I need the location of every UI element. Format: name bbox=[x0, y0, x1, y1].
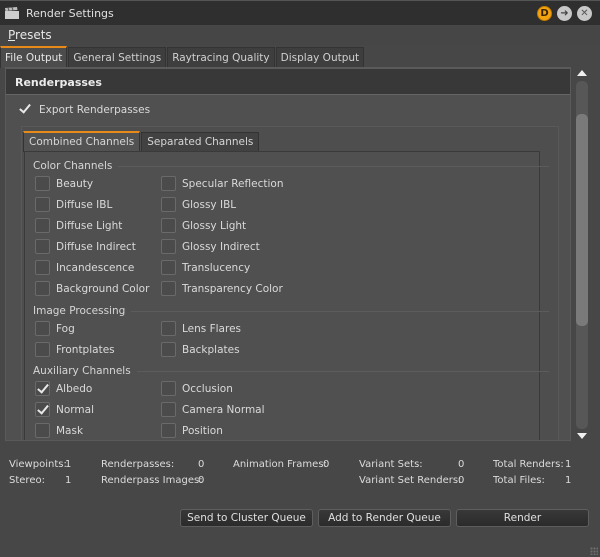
diffuse-light-checkbox[interactable] bbox=[35, 218, 50, 233]
scroll-up-arrow-icon[interactable] bbox=[577, 70, 587, 76]
total-files-value: 1 bbox=[565, 475, 572, 486]
renderpasses-value: 0 bbox=[198, 459, 205, 470]
glossy-indirect-label[interactable]: Glossy Indirect bbox=[182, 241, 260, 253]
channels-panel: Color Channels Beauty Specular Reflection D… bbox=[24, 151, 549, 440]
fog-label[interactable]: Fog bbox=[56, 323, 75, 335]
incandescence-checkbox[interactable] bbox=[35, 260, 50, 275]
title-bar: Render Settings D ➜ ✕ bbox=[0, 0, 600, 25]
incandescence-label[interactable]: Incandescence bbox=[56, 262, 134, 274]
renderpasses-header[interactable]: Renderpasses bbox=[6, 68, 570, 95]
beauty-label[interactable]: Beauty bbox=[56, 178, 93, 190]
menu-presets-rest: resets bbox=[15, 28, 52, 42]
tab-raytracing-quality[interactable]: Raytracing Quality bbox=[167, 47, 275, 68]
group-title-image-processing: Image Processing bbox=[33, 305, 132, 317]
window-title: Render Settings bbox=[26, 7, 114, 20]
diffuse-ibl-label[interactable]: Diffuse IBL bbox=[56, 199, 112, 211]
tab-separated-channels[interactable]: Separated Channels bbox=[141, 132, 260, 152]
backplates-label[interactable]: Backplates bbox=[182, 344, 240, 356]
diffuse-ibl-checkbox[interactable] bbox=[35, 197, 50, 212]
lens-flares-checkbox[interactable] bbox=[161, 321, 176, 336]
occlusion-label[interactable]: Occlusion bbox=[182, 383, 233, 395]
glossy-ibl-checkbox[interactable] bbox=[161, 197, 176, 212]
export-renderpasses-checkbox[interactable] bbox=[18, 102, 33, 117]
transparency-color-checkbox[interactable] bbox=[161, 281, 176, 296]
camera-normal-label[interactable]: Camera Normal bbox=[182, 404, 265, 416]
renderpasses-label: Renderpasses: bbox=[101, 459, 175, 470]
variant-set-renders-value: 0 bbox=[458, 475, 465, 486]
glossy-light-label[interactable]: Glossy Light bbox=[182, 220, 246, 232]
glossy-light-checkbox[interactable] bbox=[161, 218, 176, 233]
export-renderpasses-label: Export Renderpasses bbox=[39, 104, 151, 116]
renderpasses-title: Renderpasses bbox=[15, 76, 102, 89]
position-checkbox[interactable] bbox=[161, 423, 176, 438]
group-title-color-channels: Color Channels bbox=[33, 160, 119, 172]
stereo-value: 1 bbox=[65, 475, 72, 486]
menu-presets-mnemonic: P bbox=[8, 28, 16, 42]
scroll-down-arrow-icon[interactable] bbox=[577, 433, 587, 439]
viewpoints-label: Viewpoints: bbox=[9, 459, 67, 470]
stereo-label: Stereo: bbox=[9, 475, 45, 486]
albedo-label[interactable]: Albedo bbox=[56, 383, 92, 395]
position-label[interactable]: Position bbox=[182, 425, 223, 437]
diffuse-indirect-checkbox[interactable] bbox=[35, 239, 50, 254]
total-files-label: Total Files: bbox=[493, 475, 545, 486]
renderpass-images-value: 0 bbox=[198, 475, 205, 486]
clapperboard-icon bbox=[5, 7, 19, 19]
mask-checkbox[interactable] bbox=[35, 423, 50, 438]
specular-reflection-label[interactable]: Specular Reflection bbox=[182, 178, 283, 190]
normal-label[interactable]: Normal bbox=[56, 404, 94, 416]
albedo-checkbox[interactable] bbox=[35, 381, 50, 396]
render-button[interactable]: Render bbox=[456, 509, 589, 527]
tab-file-output[interactable]: File Output bbox=[0, 46, 68, 68]
dock-arrow-icon[interactable]: ➜ bbox=[557, 6, 572, 21]
tab-combined-channels[interactable]: Combined Channels bbox=[23, 131, 141, 152]
add-to-render-queue-button[interactable]: Add to Render Queue bbox=[318, 509, 451, 527]
resize-grip[interactable] bbox=[590, 547, 598, 555]
frontplates-checkbox[interactable] bbox=[35, 342, 50, 357]
translucency-label[interactable]: Translucency bbox=[182, 262, 250, 274]
variant-sets-value: 0 bbox=[458, 459, 465, 470]
beauty-checkbox[interactable] bbox=[35, 176, 50, 191]
variant-set-renders-label: Variant Set Renders: bbox=[359, 475, 462, 486]
render-stats: Viewpoints: 1 Stereo: 1 Renderpasses: 0 … bbox=[0, 455, 600, 495]
file-output-panel: Renderpasses Export Renderpasses Combine… bbox=[5, 67, 571, 441]
group-title-auxiliary-channels: Auxiliary Channels bbox=[33, 365, 137, 377]
tab-general-settings[interactable]: General Settings bbox=[68, 47, 167, 68]
mask-label[interactable]: Mask bbox=[56, 425, 83, 437]
d-badge-icon[interactable]: D bbox=[537, 6, 552, 21]
channel-tabs: Combined Channels Separated Channels bbox=[23, 131, 260, 152]
lens-flares-label[interactable]: Lens Flares bbox=[182, 323, 241, 335]
diffuse-light-label[interactable]: Diffuse Light bbox=[56, 220, 122, 232]
translucency-checkbox[interactable] bbox=[161, 260, 176, 275]
total-renders-value: 1 bbox=[565, 459, 572, 470]
menu-bar: Presets bbox=[0, 25, 600, 45]
normal-checkbox[interactable] bbox=[35, 402, 50, 417]
send-to-cluster-queue-button[interactable]: Send to Cluster Queue bbox=[180, 509, 313, 527]
variant-sets-label: Variant Sets: bbox=[359, 459, 423, 470]
transparency-color-label[interactable]: Transparency Color bbox=[182, 283, 283, 295]
fog-checkbox[interactable] bbox=[35, 321, 50, 336]
close-icon[interactable]: ✕ bbox=[577, 6, 592, 21]
scroll-thumb[interactable] bbox=[576, 114, 588, 326]
diffuse-indirect-label[interactable]: Diffuse Indirect bbox=[56, 241, 136, 253]
main-tabs: File Output General Settings Raytracing … bbox=[0, 46, 365, 68]
tab-display-output[interactable]: Display Output bbox=[275, 47, 365, 68]
occlusion-checkbox[interactable] bbox=[161, 381, 176, 396]
animation-frames-label: Animation Frames: bbox=[233, 459, 327, 470]
background-color-checkbox[interactable] bbox=[35, 281, 50, 296]
vertical-scrollbar[interactable] bbox=[573, 67, 591, 441]
specular-reflection-checkbox[interactable] bbox=[161, 176, 176, 191]
backplates-checkbox[interactable] bbox=[161, 342, 176, 357]
total-renders-label: Total Renders: bbox=[493, 459, 564, 470]
glossy-ibl-label[interactable]: Glossy IBL bbox=[182, 199, 236, 211]
viewpoints-value: 1 bbox=[65, 459, 72, 470]
animation-frames-value: 0 bbox=[323, 459, 330, 470]
glossy-indirect-checkbox[interactable] bbox=[161, 239, 176, 254]
renderpass-images-label: Renderpass Images: bbox=[101, 475, 203, 486]
menu-presets[interactable]: Presets bbox=[8, 28, 52, 42]
camera-normal-checkbox[interactable] bbox=[161, 402, 176, 417]
frontplates-label[interactable]: Frontplates bbox=[56, 344, 115, 356]
background-color-label[interactable]: Background Color bbox=[56, 283, 149, 295]
